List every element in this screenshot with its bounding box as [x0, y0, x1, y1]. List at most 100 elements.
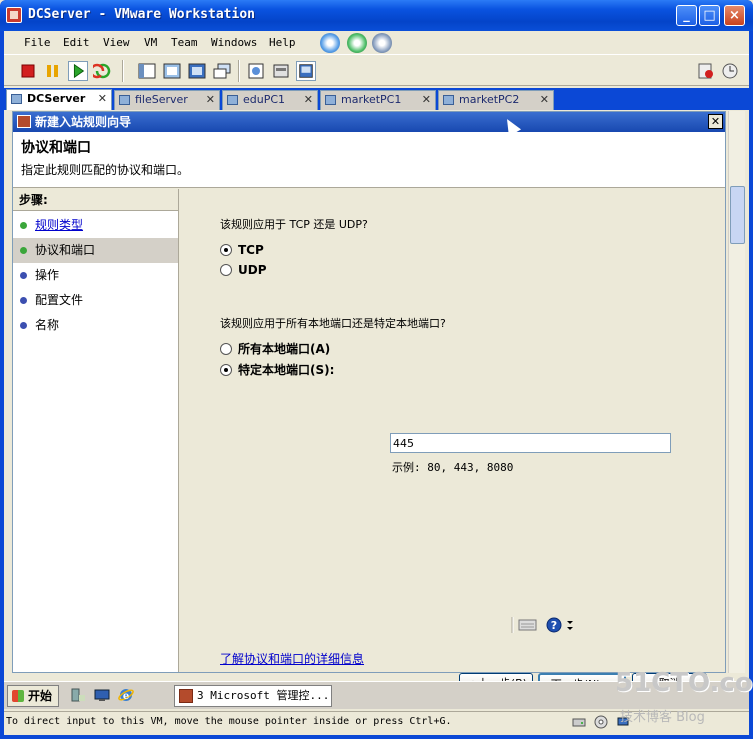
step-profile: 配置文件 — [13, 288, 178, 313]
show-sidebar-icon[interactable] — [137, 61, 157, 81]
clock-icon[interactable] — [720, 61, 740, 81]
menu-team[interactable]: Team — [171, 36, 198, 49]
step-rule-type[interactable]: 规则类型 — [13, 213, 178, 238]
reset-icon[interactable] — [93, 61, 113, 81]
help-icon[interactable]: ? — [546, 617, 562, 633]
tab-close-icon[interactable]: ✕ — [98, 90, 107, 108]
cd-rom-icon[interactable] — [594, 715, 608, 729]
tab-close-icon[interactable]: ✕ — [422, 91, 431, 109]
snapshot-manager-icon[interactable] — [372, 33, 392, 53]
page-subtitle: 指定此规则匹配的协议和端口。 — [21, 163, 190, 177]
status-text: To direct input to this VM, move the mou… — [6, 716, 452, 727]
menu-view[interactable]: View — [103, 36, 130, 49]
revert-snapshot-icon[interactable] — [347, 33, 367, 53]
learn-more-link[interactable]: 了解协议和端口的详细信息 — [220, 650, 364, 667]
vmware-app-icon — [6, 7, 22, 23]
radio-all-local-ports[interactable]: 所有本地端口(A) — [220, 341, 330, 357]
step-pending-dot — [20, 322, 27, 329]
show-desktop-icon[interactable] — [94, 687, 110, 703]
summary-view-icon[interactable] — [246, 61, 266, 81]
appliance-view-icon[interactable] — [271, 61, 291, 81]
scrollbar-thumb[interactable] — [730, 186, 745, 244]
svg-text:?: ? — [551, 619, 557, 632]
step-done-dot — [20, 247, 27, 254]
wizard-title-bar[interactable]: 新建入站规则向导 ✕ — [13, 112, 725, 132]
steps-header: 步骤: — [13, 189, 178, 211]
radio-button-circle — [220, 343, 232, 355]
tab-marketpc1[interactable]: marketPC1 ✕ — [320, 90, 436, 110]
step-protocol-and-ports[interactable]: 协议和端口 — [13, 238, 178, 263]
keyboard-icon[interactable] — [518, 617, 538, 633]
record-icon[interactable] — [696, 61, 716, 81]
maximize-button[interactable]: □ — [699, 5, 720, 26]
power-on-icon[interactable] — [68, 61, 88, 81]
taskbar-item-label: 3 Microsoft 管理控... — [197, 689, 330, 702]
radio-label: TCP — [238, 243, 264, 257]
vmware-window: DCServer - VMware Workstation _ □ × File… — [0, 0, 753, 739]
full-screen-icon[interactable] — [162, 61, 182, 81]
tab-close-icon[interactable]: ✕ — [304, 91, 313, 109]
radio-udp[interactable]: UDP — [220, 262, 267, 278]
tab-label: fileServer — [135, 93, 188, 106]
vm-icon — [227, 95, 238, 105]
menu-windows[interactable]: Windows — [211, 36, 257, 49]
tab-label: marketPC2 — [459, 93, 520, 106]
content-pane: 该规则应用于 TCP 还是 UDP? TCP UDP 该规则应用于所有本地端口还… — [180, 189, 725, 672]
windows-flag-icon — [12, 690, 24, 702]
radio-specific-local-ports[interactable]: 特定本地端口(S): — [220, 362, 334, 378]
tab-close-icon[interactable]: ✕ — [206, 91, 215, 109]
radio-button-circle — [220, 364, 232, 376]
tab-marketpc2[interactable]: marketPC2 ✕ — [438, 90, 554, 110]
toolbar — [4, 56, 749, 86]
console-view-icon[interactable] — [212, 61, 232, 81]
menu-edit[interactable]: Edit — [63, 36, 90, 49]
vm-icon — [443, 95, 454, 105]
steps-panel: 步骤: 规则类型 协议和端口 操作 配置文件 名称 — [13, 189, 179, 672]
tab-fileserver[interactable]: fileServer ✕ — [114, 90, 220, 110]
menu-file[interactable]: File — [24, 36, 51, 49]
step-pending-dot — [20, 272, 27, 279]
wizard-close-button[interactable]: ✕ — [708, 114, 723, 129]
tab-close-icon[interactable]: ✕ — [540, 91, 549, 109]
quick-switch-icon[interactable] — [187, 61, 207, 81]
step-action: 操作 — [13, 263, 178, 288]
radio-tcp[interactable]: TCP — [220, 242, 264, 258]
radio-label: UDP — [238, 263, 267, 277]
close-button[interactable]: × — [724, 5, 745, 26]
mmc-icon — [179, 689, 193, 703]
snapshot-icon[interactable] — [320, 33, 340, 53]
tab-edupc1[interactable]: eduPC1 ✕ — [222, 90, 318, 110]
step-done-dot — [20, 222, 27, 229]
step-label: 协议和端口 — [35, 243, 96, 257]
step-label: 名称 — [35, 318, 60, 332]
radio-label: 所有本地端口(A) — [238, 342, 331, 356]
vertical-scrollbar[interactable] — [728, 111, 745, 673]
internet-explorer-icon[interactable]: e — [118, 687, 134, 703]
tab-label: eduPC1 — [243, 93, 286, 106]
start-button[interactable]: 开始 — [7, 685, 59, 707]
start-label: 开始 — [28, 689, 53, 703]
tab-dcserver[interactable]: DCServer ✕ — [6, 89, 112, 110]
inbound-rule-wizard: 新建入站规则向导 ✕ 协议和端口 指定此规则匹配的协议和端口。 步骤: 规则类型… — [12, 111, 726, 695]
tab-label: DCServer — [27, 92, 86, 105]
menu-vm[interactable]: VM — [144, 36, 157, 49]
watermark-subtitle: 技术博客 Blog — [620, 710, 705, 725]
console-icon[interactable] — [296, 61, 316, 81]
vm-icon — [11, 94, 22, 104]
menu-help[interactable]: Help — [269, 36, 296, 49]
server-manager-icon[interactable] — [70, 687, 86, 703]
suspend-icon[interactable] — [43, 61, 63, 81]
specific-port-input[interactable] — [390, 433, 671, 453]
step-label: 操作 — [35, 268, 60, 282]
step-label: 规则类型 — [35, 218, 84, 232]
title-bar[interactable]: DCServer - VMware Workstation _ □ × — [0, 0, 753, 31]
hard-disk-icon[interactable] — [572, 715, 586, 729]
taskbar-item-mmc[interactable]: 3 Microsoft 管理控... — [174, 685, 332, 707]
port-question: 该规则应用于所有本地端口还是特定本地端口? — [220, 317, 446, 330]
overflow-chevron-icon[interactable] — [566, 618, 574, 632]
radio-button-circle — [220, 244, 232, 256]
page-title: 协议和端口 — [21, 140, 91, 156]
minimize-button[interactable]: _ — [676, 5, 697, 26]
step-pending-dot — [20, 297, 27, 304]
power-off-icon[interactable] — [18, 61, 38, 81]
